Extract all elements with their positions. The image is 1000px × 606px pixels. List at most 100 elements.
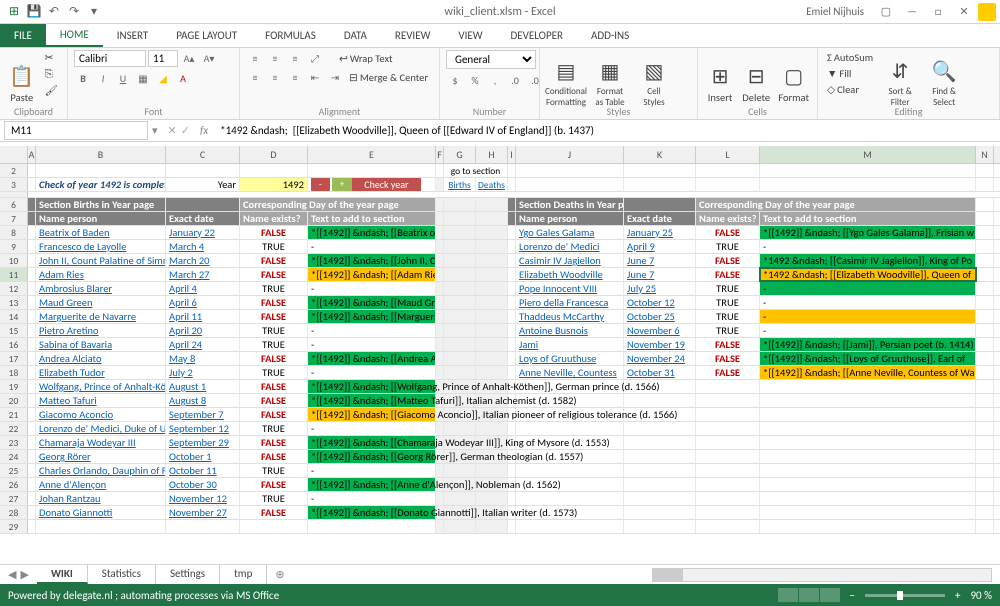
- indent-inc-button[interactable]: ⇥: [326, 69, 344, 85]
- cell[interactable]: [444, 422, 476, 435]
- cell[interactable]: September 7: [166, 408, 240, 421]
- cell[interactable]: July 2: [166, 366, 240, 379]
- cell[interactable]: [28, 520, 36, 533]
- cell[interactable]: August 8: [166, 394, 240, 407]
- col-header-D[interactable]: D: [240, 146, 308, 163]
- cell[interactable]: TRUE: [696, 310, 760, 323]
- cell[interactable]: [476, 464, 508, 477]
- cell[interactable]: [976, 352, 994, 365]
- cell[interactable]: [976, 212, 994, 225]
- cell[interactable]: TRUE: [240, 240, 308, 253]
- save-icon[interactable]: 💾: [26, 4, 42, 20]
- cell[interactable]: [696, 408, 760, 421]
- cell[interactable]: *[[1492]] &ndash; [[Giacomo Aconcio]], I…: [308, 408, 436, 421]
- cell[interactable]: [976, 164, 994, 177]
- cell[interactable]: Elizabeth Woodville: [516, 268, 624, 281]
- tab-data[interactable]: DATA: [330, 24, 381, 47]
- avatar[interactable]: [978, 3, 996, 21]
- cell[interactable]: [508, 422, 516, 435]
- cell[interactable]: [436, 282, 444, 295]
- row-header[interactable]: 22: [0, 422, 28, 435]
- percent-button[interactable]: %: [466, 72, 484, 88]
- align-center-button[interactable]: ≡: [266, 69, 284, 85]
- tab-formulas[interactable]: FORMULAS: [251, 24, 330, 47]
- zoom-in-button[interactable]: +: [955, 589, 960, 602]
- cell[interactable]: Pope Innocent VIII: [516, 282, 624, 295]
- cell[interactable]: March 4: [166, 240, 240, 253]
- cell[interactable]: Marguerite de Navarre: [36, 310, 166, 323]
- cell[interactable]: [444, 212, 476, 225]
- row-header[interactable]: 11: [0, 268, 28, 281]
- row-header[interactable]: 28: [0, 506, 28, 519]
- cell[interactable]: [436, 324, 444, 337]
- cell[interactable]: [976, 394, 994, 407]
- cell[interactable]: April 9: [624, 240, 696, 253]
- cell[interactable]: John II, Count Palatine of Simmern: [36, 254, 166, 267]
- cell[interactable]: *[[1492]] &ndash; [[Beatrix of Baden]], …: [308, 226, 436, 239]
- cell[interactable]: FALSE: [240, 226, 308, 239]
- add-sheet-button[interactable]: ⊕: [267, 566, 292, 583]
- cell[interactable]: October 11: [166, 464, 240, 477]
- fill-color-button[interactable]: ◢: [154, 70, 172, 86]
- wrap-text-button[interactable]: ↩Wrap Text: [336, 51, 396, 66]
- cell[interactable]: FALSE: [240, 506, 308, 519]
- cell[interactable]: [28, 282, 36, 295]
- currency-button[interactable]: $: [446, 72, 464, 88]
- cell[interactable]: Pietro Aretino: [36, 324, 166, 337]
- cell[interactable]: [760, 436, 976, 449]
- row-header[interactable]: 13: [0, 296, 28, 309]
- zoom-level[interactable]: 90 %: [970, 589, 992, 602]
- cell[interactable]: Name person: [36, 212, 166, 225]
- cell[interactable]: Check of year 1492 is completed: [36, 178, 166, 191]
- cell[interactable]: [508, 240, 516, 253]
- font-size-select[interactable]: [148, 50, 178, 67]
- tab-review[interactable]: REVIEW: [381, 24, 445, 47]
- cell[interactable]: [36, 520, 166, 533]
- cell[interactable]: Exact date: [624, 212, 696, 225]
- row-header[interactable]: 26: [0, 478, 28, 491]
- year-plus-button[interactable]: +: [332, 178, 352, 191]
- cell[interactable]: [696, 436, 760, 449]
- row-header[interactable]: 16: [0, 338, 28, 351]
- row-header[interactable]: 10: [0, 254, 28, 267]
- cell[interactable]: November 6: [624, 324, 696, 337]
- row-header[interactable]: 25: [0, 464, 28, 477]
- cell[interactable]: *[[1492]] &ndash; [[Anne Neville, Counte…: [760, 366, 976, 379]
- cell[interactable]: *[[1492]] &ndash; [[Donato Giannotti]], …: [308, 506, 436, 519]
- cell[interactable]: [444, 296, 476, 309]
- format-painter-button[interactable]: 🖌: [42, 83, 61, 98]
- row-header[interactable]: 17: [0, 352, 28, 365]
- name-box[interactable]: [4, 121, 148, 140]
- cell[interactable]: [696, 478, 760, 491]
- formula-input[interactable]: [214, 122, 1000, 139]
- cell[interactable]: [436, 296, 444, 309]
- col-header-M[interactable]: M: [760, 146, 976, 163]
- cell[interactable]: [444, 352, 476, 365]
- cell[interactable]: [696, 520, 760, 533]
- col-header-I[interactable]: I: [508, 146, 516, 163]
- cell[interactable]: [624, 164, 696, 177]
- cell[interactable]: [444, 226, 476, 239]
- cell[interactable]: [508, 492, 516, 505]
- cell[interactable]: [28, 240, 36, 253]
- italic-button[interactable]: I: [94, 70, 112, 86]
- row-header[interactable]: 15: [0, 324, 28, 337]
- cell[interactable]: Year: [166, 178, 240, 191]
- cell[interactable]: [240, 520, 308, 533]
- cell[interactable]: [696, 506, 760, 519]
- cell[interactable]: November 19: [624, 338, 696, 351]
- cell[interactable]: July 25: [624, 282, 696, 295]
- cell[interactable]: [28, 436, 36, 449]
- row-header[interactable]: 18: [0, 366, 28, 379]
- cell[interactable]: Andrea Alciato: [36, 352, 166, 365]
- page-layout-view-button[interactable]: [799, 588, 819, 602]
- cell[interactable]: -: [308, 240, 436, 253]
- cell[interactable]: [508, 366, 516, 379]
- cell[interactable]: [508, 178, 516, 191]
- cell[interactable]: *[[1492]] &ndash; [[Anne d'Alençon]], No…: [308, 478, 436, 491]
- cell[interactable]: TRUE: [696, 296, 760, 309]
- cell[interactable]: [624, 422, 696, 435]
- cell[interactable]: April 24: [166, 338, 240, 351]
- cell[interactable]: [476, 282, 508, 295]
- cell[interactable]: [976, 408, 994, 421]
